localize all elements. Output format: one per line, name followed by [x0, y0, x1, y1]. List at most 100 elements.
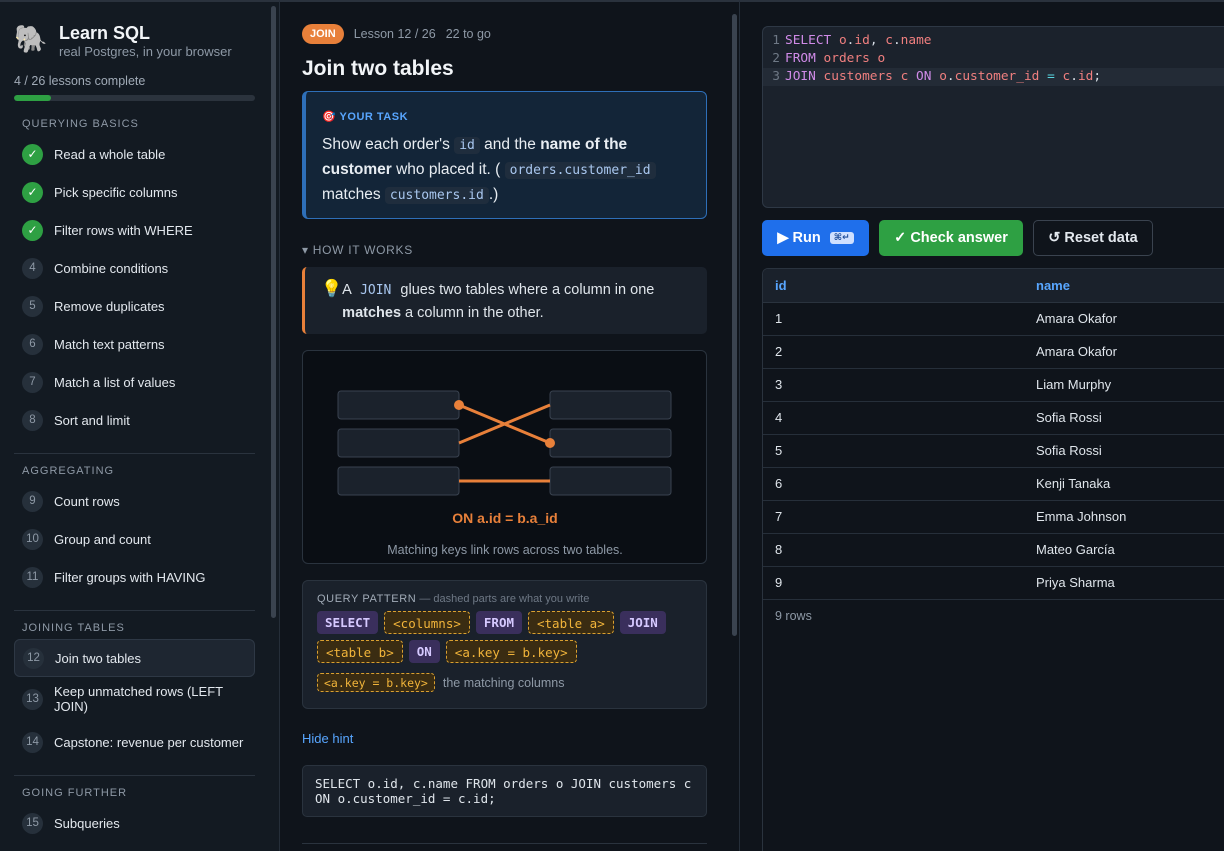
- task-text: matches: [322, 186, 385, 203]
- code-token: o: [939, 69, 947, 84]
- table-cell: Amara Okafor: [1024, 335, 1224, 369]
- table-row: 5 Sofia Rossi: [763, 434, 1224, 468]
- section-title: QUERYING BASICS: [22, 118, 139, 130]
- code-token: .: [892, 33, 901, 48]
- pattern-placeholder: <columns>: [384, 611, 470, 634]
- lesson-number-badge: 9: [22, 490, 43, 512]
- editor-line[interactable]: 2 FROM orders o: [763, 50, 1224, 68]
- sidebar-item-lesson[interactable]: 7 Match a list of values: [14, 363, 255, 401]
- table-cell: Sofia Rossi: [1024, 434, 1224, 468]
- lesson-number-badge: 15: [22, 812, 43, 834]
- how-it-works-toggle[interactable]: ▾ HOW IT WORKS: [302, 243, 413, 257]
- sidebar-item-lesson[interactable]: 11 Filter groups with HAVING: [14, 558, 255, 596]
- sidebar-scrollbar[interactable]: [271, 6, 276, 618]
- pattern-subtitle: — dashed parts are what you write: [416, 593, 590, 605]
- sidebar-item-lesson[interactable]: 12 Join two tables: [14, 639, 255, 677]
- section-title: JOINING TABLES: [22, 622, 125, 634]
- table-a-row: [337, 390, 460, 420]
- sidebar-item-label: Subqueries: [54, 815, 120, 831]
- lesson-number-badge: 13: [22, 688, 43, 710]
- sidebar-item-lesson[interactable]: 9 Count rows: [14, 482, 255, 520]
- sidebar-item-lesson[interactable]: 4 Combine conditions: [14, 249, 255, 287]
- line-number: 2: [772, 51, 780, 66]
- task-text: .): [488, 186, 499, 203]
- table-row: 3 Liam Murphy: [763, 368, 1224, 402]
- sidebar-item-label: Keep unmatched rows (LEFT JOIN): [54, 684, 223, 714]
- divider: [302, 843, 707, 844]
- code-token: ;: [1093, 69, 1102, 84]
- lesson-number-badge: 10: [22, 528, 43, 550]
- sidebar-item-lesson[interactable]: 14 Capstone: revenue per customer: [14, 723, 255, 761]
- sidebar-item-lesson[interactable]: ✓ Pick specific columns: [14, 173, 255, 211]
- join-condition-label: ON a.id = b.a_id: [452, 510, 557, 526]
- sidebar-item-lesson[interactable]: 13 Keep unmatched rows (LEFT JOIN): [14, 680, 255, 718]
- pattern-legend: <a.key = b.key> the matching columns: [317, 673, 692, 692]
- table-cell: 4: [763, 401, 1024, 435]
- sidebar-item-lesson[interactable]: 8 Sort and limit: [14, 401, 255, 439]
- pattern-keyword: SELECT: [317, 611, 379, 634]
- sidebar-item-label: Combine conditions: [54, 260, 169, 276]
- editor-code: JOIN customers c ON o.customer_id = c.id…: [785, 68, 1101, 86]
- task-card: 🎯 YOUR TASK Show each order's id and the…: [302, 91, 707, 219]
- lesson-number-badge: 4: [22, 257, 43, 279]
- legend-text: the matching columns: [442, 675, 565, 690]
- sidebar-item-lesson[interactable]: ✓ Read a whole table: [14, 135, 255, 173]
- pattern-heading: QUERY PATTERN — dashed parts are what yo…: [317, 593, 692, 605]
- editor-line[interactable]: 1 SELECT o.id, c.name: [763, 32, 1224, 50]
- pattern-tokens: SELECT <columns> FROM <table a> JOIN <table b…: [317, 611, 697, 669]
- brand: 🐘 Learn SQL real Postgres, in your brows…: [14, 22, 232, 60]
- lesson-number-badge: 12: [23, 647, 44, 669]
- pattern-title: QUERY PATTERN: [317, 593, 417, 605]
- query-pattern-card: QUERY PATTERN — dashed parts are what yo…: [302, 580, 707, 709]
- task-code-customers-id: customers.id: [384, 187, 489, 204]
- table-cell: Priya Sharma: [1024, 566, 1224, 600]
- sidebar-item-label: Filter rows with WHERE: [54, 222, 193, 238]
- reset-data-button[interactable]: ↺ Reset data: [1033, 220, 1153, 256]
- check-answer-button[interactable]: ✓ Check answer: [879, 220, 1023, 256]
- sidebar-item-label: Match text patterns: [54, 336, 165, 352]
- table-row: 7 Emma Johnson: [763, 500, 1224, 534]
- sidebar-item-lesson[interactable]: 6 Match text patterns: [14, 325, 255, 363]
- table-row: 9 Priya Sharma: [763, 566, 1224, 600]
- callout-part: A: [342, 282, 356, 298]
- code-token: ON: [916, 69, 932, 84]
- code-token: name: [900, 33, 932, 48]
- table-b-row: [549, 428, 672, 458]
- link-dot: [454, 400, 464, 410]
- column-header[interactable]: name: [1024, 269, 1224, 303]
- table-b-row: [549, 390, 672, 420]
- code-token: c: [885, 33, 893, 48]
- lesson-panel: JOIN Lesson 12 / 26 22 to go Join two ta…: [280, 0, 740, 851]
- sidebar-item-label: Sort and limit: [54, 412, 130, 428]
- sidebar-item-label: Capstone: revenue per customer: [54, 734, 244, 750]
- editor-code: FROM orders o: [785, 50, 885, 68]
- table-cell: Kenji Tanaka: [1024, 467, 1224, 501]
- sidebar-item-lesson[interactable]: 5 Remove duplicates: [14, 287, 255, 325]
- code-token: =: [1047, 69, 1055, 84]
- sidebar-item-lesson[interactable]: 10 Group and count: [14, 520, 255, 558]
- pattern-placeholder: <table a>: [528, 611, 614, 634]
- code-token: customers: [823, 69, 893, 84]
- lesson-scrollbar[interactable]: [732, 14, 737, 636]
- line-number: 3: [772, 69, 780, 84]
- sidebar-item-lesson[interactable]: 15 Subqueries: [14, 804, 255, 842]
- progress-bar: [14, 95, 255, 101]
- hide-hint-link[interactable]: Hide hint: [302, 731, 353, 746]
- editor-code: SELECT o.id, c.name: [785, 32, 932, 50]
- sidebar-item-lesson[interactable]: ✓ Filter rows with WHERE: [14, 211, 255, 249]
- results-table: id name 1 Amara Okafor 2 Amara Okafor 3 Liam M…: [763, 269, 1224, 600]
- editor-line[interactable]: 3 JOIN customers c ON o.customer_id = c.i…: [763, 68, 1224, 86]
- lightbulb-icon: 💡: [321, 279, 343, 298]
- sidebar-item-label: Pick specific columns: [54, 184, 178, 200]
- sql-editor[interactable]: 1 SELECT o.id, c.name 2 FROM orders o 3 JOIN …: [762, 26, 1224, 208]
- run-button[interactable]: ▶ Run ⌘↵: [762, 220, 869, 256]
- keyboard-shortcut-icon: ⌘↵: [829, 232, 854, 244]
- lesson-number-badge: 5: [22, 295, 43, 317]
- sidebar-item-label: Read a whole table: [54, 146, 166, 162]
- column-header[interactable]: id: [763, 269, 1024, 303]
- join-diagram: ON a.id = b.a_id Matching keys link rows…: [302, 350, 707, 564]
- section-divider: [14, 453, 255, 454]
- task-description: Show each order's id and the name of the…: [322, 133, 690, 208]
- callout-part: glues two tables where a column in one: [396, 282, 655, 298]
- sidebar-item-label: Remove duplicates: [54, 298, 165, 314]
